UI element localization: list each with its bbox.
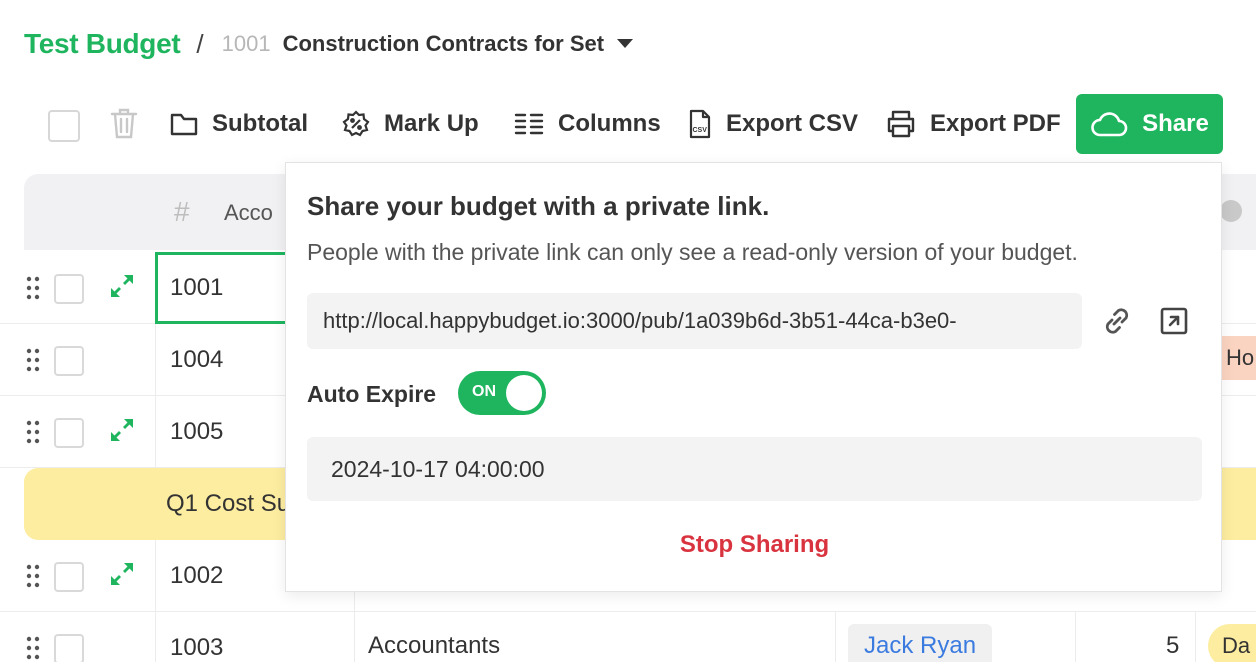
share-popover-title: Share your budget with a private link. <box>307 191 770 221</box>
toolbar: Subtotal Mark Up Columns CSV Export CSV … <box>0 94 1256 154</box>
markup-button[interactable]: Mark Up <box>342 104 479 144</box>
table-row: 1003 Accountants Jack Ryan 5 Da <box>0 612 1256 662</box>
share-label: Share <box>1142 110 1209 137</box>
subtotal-label: Subtotal <box>212 110 308 137</box>
header-hash: # <box>174 196 190 227</box>
quantity-cell[interactable]: 5 <box>1166 632 1179 660</box>
export-pdf-label: Export PDF <box>930 110 1061 137</box>
cloud-icon <box>1091 112 1128 137</box>
column-divider <box>1195 612 1196 662</box>
markup-label: Mark Up <box>384 110 479 137</box>
csv-file-icon: CSV <box>689 109 711 139</box>
caret-down-icon[interactable] <box>616 38 634 50</box>
share-popover: Share your budget with a private link. P… <box>285 162 1222 592</box>
expand-icon[interactable] <box>108 272 136 300</box>
toggle-state-text: ON <box>472 383 496 400</box>
account-number-cell[interactable]: 1003 <box>155 612 355 662</box>
budget-page: Test Budget / 1001 Construction Contract… <box>0 0 1256 662</box>
copy-link-icon[interactable] <box>1099 303 1135 339</box>
export-csv-label: Export CSV <box>726 110 859 137</box>
share-button[interactable]: Share <box>1076 94 1223 154</box>
share-popover-description: People with the private link can only se… <box>307 239 1078 265</box>
export-csv-button[interactable]: CSV Export CSV <box>688 104 858 144</box>
drag-handle-icon[interactable] <box>26 636 40 660</box>
expand-icon[interactable] <box>108 416 136 444</box>
toggle-knob <box>506 375 542 411</box>
stop-sharing-button[interactable]: Stop Sharing <box>286 531 1223 559</box>
row-checkbox[interactable] <box>54 274 84 304</box>
row-tag[interactable]: Da <box>1208 624 1256 662</box>
svg-text:CSV: CSV <box>693 127 708 134</box>
percent-badge-icon <box>342 110 370 137</box>
column-divider <box>835 612 836 662</box>
column-divider <box>1075 612 1076 662</box>
row-tag[interactable]: Ho <box>1222 336 1256 380</box>
column-menu-icon[interactable] <box>1220 200 1242 222</box>
columns-label: Columns <box>558 110 661 137</box>
budget-title-link[interactable]: Test Budget <box>24 28 181 60</box>
expand-icon[interactable] <box>108 560 136 588</box>
row-checkbox[interactable] <box>54 562 84 592</box>
drag-handle-icon[interactable] <box>26 564 40 588</box>
columns-button[interactable]: Columns <box>514 104 661 144</box>
select-all-checkbox[interactable] <box>48 110 80 142</box>
breadcrumb-separator: / <box>196 28 204 59</box>
expire-datetime-input[interactable]: 2024-10-17 04:00:00 <box>307 437 1202 501</box>
account-number: 1001 <box>221 31 271 56</box>
breadcrumb: Test Budget / 1001 Construction Contract… <box>24 26 634 62</box>
description-cell[interactable]: Accountants <box>368 632 500 660</box>
contact-tag[interactable]: Jack Ryan <box>848 624 993 662</box>
export-pdf-button[interactable]: Export PDF <box>886 104 1061 144</box>
subtotal-row-label[interactable]: Q1 Cost Su <box>166 490 290 518</box>
drag-handle-icon[interactable] <box>26 420 40 444</box>
open-external-icon[interactable] <box>1158 305 1190 337</box>
columns-icon <box>514 113 544 135</box>
printer-icon <box>887 110 915 138</box>
row-checkbox[interactable] <box>54 346 84 376</box>
auto-expire-label: Auto Expire <box>307 381 437 407</box>
folder-icon <box>170 113 198 136</box>
drag-handle-icon[interactable] <box>26 348 40 372</box>
account-name[interactable]: Construction Contracts for Set <box>283 31 604 57</box>
row-checkbox[interactable] <box>54 418 84 448</box>
share-link-field[interactable]: http://local.happybudget.io:3000/pub/1a0… <box>307 293 1082 349</box>
trash-icon[interactable] <box>108 106 140 140</box>
row-checkbox[interactable] <box>54 634 84 662</box>
header-account[interactable]: Acco <box>224 200 273 226</box>
subtotal-button[interactable]: Subtotal <box>170 104 308 144</box>
auto-expire-toggle[interactable]: ON <box>458 371 546 415</box>
drag-handle-icon[interactable] <box>26 276 40 300</box>
